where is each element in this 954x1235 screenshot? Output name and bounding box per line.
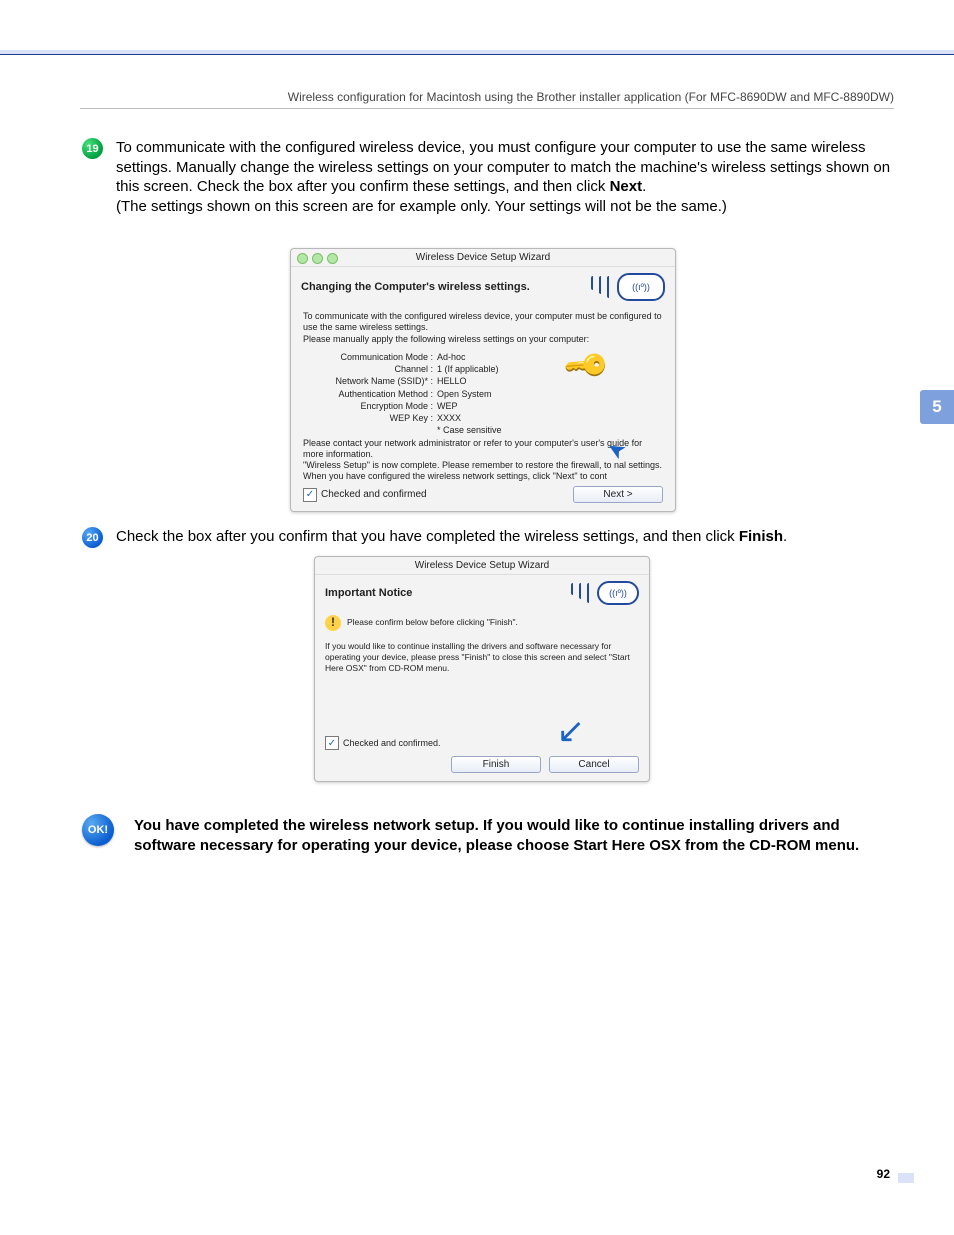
step19-paragraph: To communicate with the configured wirel… (116, 138, 894, 216)
kv-ssid-k: Network Name (SSID)* : (303, 376, 437, 387)
kv-ssid-v: HELLO (437, 376, 467, 387)
kv-auth-k: Authentication Method : (303, 389, 437, 400)
chapter-tab: 5 (920, 390, 954, 424)
kv-comm-mode-v: Ad-hoc (437, 352, 466, 363)
page-number: 92 (877, 1167, 890, 1181)
dialog2-title: Wireless Device Setup Wizard (315, 557, 649, 575)
final-paragraph: You have completed the wireless network … (134, 816, 894, 857)
step20-finish-word: Finish (739, 528, 783, 545)
step20-text-a: Check the box after you confirm that you… (116, 528, 739, 545)
running-header: Wireless configuration for Macintosh usi… (80, 90, 894, 104)
kv-channel-k: Channel : (303, 364, 437, 375)
step-number-20: 20 (82, 527, 103, 548)
checkbox-confirmed-2[interactable]: ✓ (325, 736, 339, 750)
dialog1-complete: "Wireless Setup" is now complete. Please… (303, 460, 663, 483)
step19-next-word: Next (610, 178, 643, 195)
dialog2-body: If you would like to continue installing… (325, 641, 639, 674)
dialog-important-notice: Wireless Device Setup Wizard Important N… (314, 556, 650, 782)
kv-channel-v: 1 (If applicable) (437, 364, 499, 375)
wifi-logo-2: ((ıº)) (571, 581, 639, 605)
step-badge-19: 19 (82, 138, 103, 159)
dialog1-title: Wireless Device Setup Wizard (291, 249, 675, 267)
step-number-19: 19 (82, 138, 103, 159)
dialog2-confirm-line: Please confirm below before clicking "Fi… (347, 617, 518, 628)
step-badge-20: 20 (82, 527, 103, 548)
step20-paragraph: Check the box after you confirm that you… (116, 527, 894, 547)
checkbox-confirmed-1[interactable]: ✓ (303, 488, 317, 502)
finish-button[interactable]: Finish (451, 756, 541, 773)
kv-enc-v: WEP (437, 401, 458, 412)
kv-auth-v: Open System (437, 389, 492, 400)
kv-comm-mode-k: Communication Mode : (303, 352, 437, 363)
kv-enc-k: Encryption Mode : (303, 401, 437, 412)
step19-text-c: . (642, 178, 646, 195)
case-sensitive-note: * Case sensitive (437, 425, 502, 436)
window-traffic-lights (297, 253, 338, 264)
dialog2-heading: Important Notice (325, 587, 412, 599)
step20-text-c: . (783, 528, 787, 545)
header-rule (80, 108, 894, 109)
kv-wep-k: WEP Key : (303, 413, 437, 424)
wifi-logo: ((ıº)) (591, 273, 665, 301)
dialog1-intro2: Please manually apply the following wire… (303, 334, 663, 345)
page-mark (898, 1173, 914, 1183)
checkbox-label-2: Checked and confirmed. (343, 738, 441, 748)
step19-text-a: To communicate with the configured wirel… (116, 139, 890, 195)
warning-icon: ! (325, 615, 341, 631)
kv-wep-v: XXXX (437, 413, 461, 424)
step19-text-d: (The settings shown on this screen are f… (116, 198, 727, 215)
dialog1-intro1: To communicate with the configured wirel… (303, 311, 663, 334)
dialog1-heading: Changing the Computer's wireless setting… (301, 281, 530, 293)
next-button[interactable]: Next > (573, 486, 663, 503)
checkbox-label-1: Checked and confirmed (321, 489, 427, 500)
cancel-button[interactable]: Cancel (549, 756, 639, 773)
top-divider (0, 50, 954, 54)
ok-badge: OK! (82, 814, 114, 846)
dialog-change-settings: Wireless Device Setup Wizard Changing th… (290, 248, 676, 512)
